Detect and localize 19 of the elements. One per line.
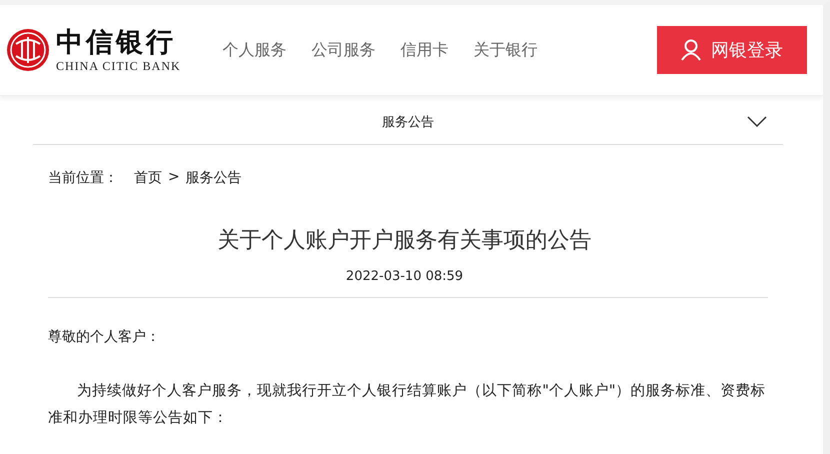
logo-name: 中信银行 <box>56 26 176 58</box>
paragraph: 为持续做好个人客户服务，现就我行开立个人银行结算账户（以下简称"个人账户"）的服务标准、资费标准和办理时限等公告如下： <box>48 381 767 428</box>
nav-link[interactable]: 关于银行 <box>474 40 538 60</box>
logo-subtitle: CHINA CITIC BANK <box>56 58 181 74</box>
nav-link[interactable]: 公司服务 <box>312 40 376 60</box>
logo-emblem-icon <box>6 28 50 72</box>
nav-link[interactable]: 个人服务 <box>222 40 287 60</box>
article-title: 关于个人账户开户服务有关事项的公告 <box>216 227 592 255</box>
breadcrumb-link[interactable]: 服务公告 <box>186 169 242 187</box>
article-date: 2022-03-10 08:59 <box>344 269 464 284</box>
login-button[interactable]: 网银登录 <box>657 26 807 74</box>
chevron-down-icon[interactable] <box>747 116 767 128</box>
user-icon <box>681 39 701 61</box>
greeting-text: 尊敬的个人客户： <box>48 328 161 346</box>
breadcrumb-label: 当前位置： <box>48 169 118 187</box>
breadcrumb-separator: > <box>168 169 180 187</box>
breadcrumb-link[interactable]: 首页 <box>134 169 162 187</box>
section-title: 服务公告 <box>382 114 434 131</box>
nav-link[interactable]: 信用卡 <box>400 40 449 60</box>
